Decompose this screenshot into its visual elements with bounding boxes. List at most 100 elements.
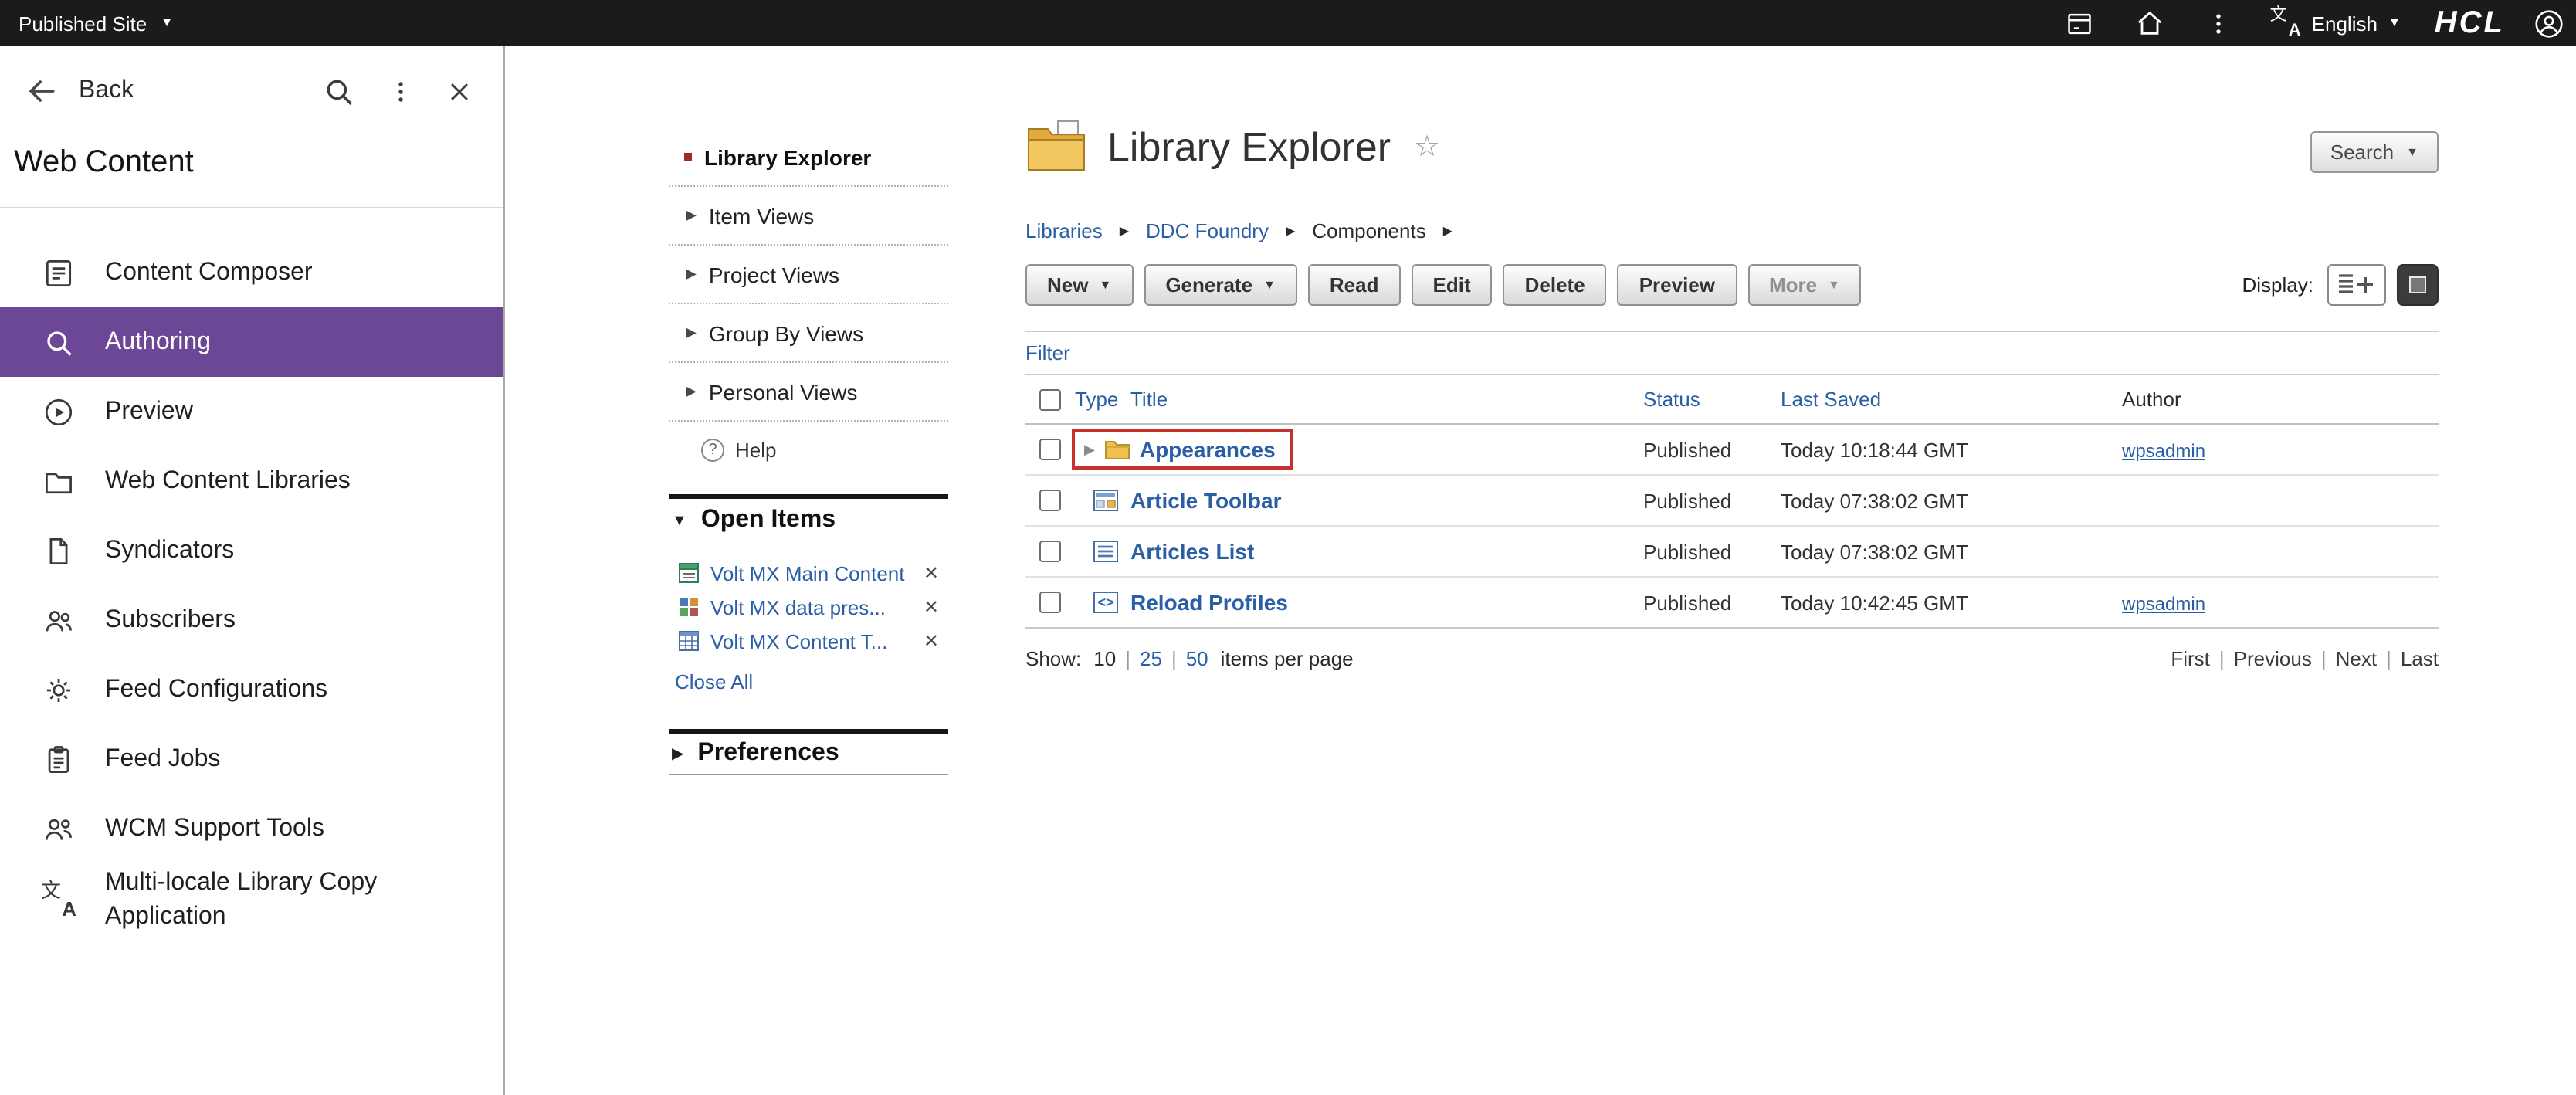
new-button[interactable]: New ▼ bbox=[1025, 264, 1133, 306]
sidebar-item-authoring[interactable]: Authoring bbox=[0, 307, 503, 377]
item-title-link[interactable]: Reload Profiles bbox=[1130, 590, 1288, 615]
previous-page-link[interactable]: Previous bbox=[2234, 647, 2312, 670]
sidebar-item-subscribers[interactable]: Subscribers bbox=[0, 585, 503, 655]
view-personal-views[interactable]: ▶ Personal Views bbox=[669, 363, 948, 420]
profile-icon[interactable] bbox=[2530, 5, 2567, 42]
close-all-link[interactable]: Close All bbox=[675, 670, 753, 693]
view-item-views[interactable]: ▶ Item Views bbox=[669, 187, 948, 244]
separator: | bbox=[2210, 647, 2234, 670]
delete-button[interactable]: Delete bbox=[1503, 264, 1607, 306]
back-button[interactable]: Back bbox=[25, 74, 134, 108]
help-icon: ? bbox=[701, 439, 724, 462]
column-header-last-saved[interactable]: Last Saved bbox=[1781, 388, 2122, 411]
preferences-title: Preferences bbox=[697, 740, 839, 768]
select-all-checkbox[interactable] bbox=[1039, 388, 1061, 410]
main-content: Search ▼ Library Explorer ☆ Libraries ▶ … bbox=[1025, 46, 2439, 670]
preview-button[interactable]: Preview bbox=[1618, 264, 1737, 306]
open-item-link[interactable]: Volt MX Content T... bbox=[710, 629, 887, 653]
search-button[interactable]: Search ▼ bbox=[2310, 131, 2439, 173]
language-selector[interactable]: 文A English ▼ bbox=[2270, 8, 2401, 38]
chevron-right-icon: ▶ bbox=[686, 383, 697, 400]
sidebar-item-feed-jobs[interactable]: Feed Jobs bbox=[0, 724, 503, 794]
more-button[interactable]: More ▼ bbox=[1747, 264, 1862, 306]
item-last-saved: Today 07:38:02 GMT bbox=[1781, 489, 2122, 512]
item-title-link[interactable]: Appearances bbox=[1140, 437, 1276, 462]
sidebar-item-label: Authoring bbox=[105, 325, 211, 358]
read-button[interactable]: Read bbox=[1308, 264, 1401, 306]
card-view-toggle-icon[interactable] bbox=[2397, 264, 2439, 306]
close-icon[interactable]: ✕ bbox=[924, 596, 948, 618]
page-title: Library Explorer bbox=[1107, 123, 1391, 171]
more-vertical-icon[interactable] bbox=[2201, 5, 2238, 42]
first-page-link[interactable]: First bbox=[2171, 647, 2210, 670]
column-header-title[interactable]: Title bbox=[1130, 388, 1643, 411]
wcm-authoring-app: Published Site ▼ 文A English ▼ HCL bbox=[0, 0, 2576, 1095]
open-items-header[interactable]: ▼ Open Items bbox=[669, 499, 948, 542]
sidebar-item-multi-locale-library-copy[interactable]: 文A Multi-locale Library Copy Application bbox=[0, 863, 503, 936]
topbar: Published Site ▼ 文A English ▼ HCL bbox=[0, 0, 2576, 46]
list-view-toggle-icon[interactable] bbox=[2327, 264, 2386, 306]
author-link[interactable]: wpsadmin bbox=[2122, 592, 2205, 614]
row-checkbox[interactable] bbox=[1039, 490, 1061, 511]
table-row: Articles List Published Today 07:38:02 G… bbox=[1025, 527, 2439, 578]
edit-button[interactable]: Edit bbox=[1412, 264, 1493, 306]
row-checkbox[interactable] bbox=[1039, 592, 1061, 613]
sidebar-item-label: Syndicators bbox=[105, 534, 234, 567]
generate-button[interactable]: Generate ▼ bbox=[1144, 264, 1297, 306]
page-size-10[interactable]: 10 bbox=[1093, 647, 1116, 670]
column-header-status[interactable]: Status bbox=[1643, 388, 1781, 411]
item-title-link[interactable]: Articles List bbox=[1130, 539, 1254, 564]
breadcrumb-link[interactable]: DDC Foundry bbox=[1146, 219, 1269, 242]
open-item-link[interactable]: Volt MX data pres... bbox=[710, 595, 886, 619]
row-checkbox[interactable] bbox=[1039, 541, 1061, 562]
users-icon bbox=[40, 810, 77, 847]
page-size-25[interactable]: 25 bbox=[1140, 647, 1162, 670]
back-arrow-icon bbox=[25, 74, 59, 108]
toolbar: New ▼ Generate ▼ Read Edit Delete Previe… bbox=[1025, 264, 2439, 306]
sidebar-item-feed-configurations[interactable]: Feed Configurations bbox=[0, 655, 503, 724]
sidebar-item-content-composer[interactable]: Content Composer bbox=[0, 238, 503, 307]
view-library-explorer[interactable]: Library Explorer bbox=[669, 128, 948, 185]
folder-icon bbox=[1104, 439, 1130, 460]
last-page-link[interactable]: Last bbox=[2401, 647, 2439, 670]
button-label: More bbox=[1769, 273, 1817, 297]
preferences-header[interactable]: ▶ Preferences bbox=[669, 734, 948, 774]
sidebar-item-syndicators[interactable]: Syndicators bbox=[0, 516, 503, 585]
close-icon[interactable] bbox=[446, 78, 473, 104]
breadcrumb-link[interactable]: Libraries bbox=[1025, 219, 1103, 242]
close-icon[interactable]: ✕ bbox=[924, 562, 948, 584]
breadcrumb-arrow-icon: ▶ bbox=[1120, 224, 1129, 238]
more-vertical-icon[interactable] bbox=[388, 78, 414, 104]
column-header-author: Author bbox=[2122, 388, 2439, 411]
item-title-link[interactable]: Article Toolbar bbox=[1130, 488, 1282, 513]
expand-arrow-icon[interactable]: ▶ bbox=[1084, 441, 1095, 458]
sidebar-item-label: Subscribers bbox=[105, 603, 236, 636]
sidebar-item-wcm-support-tools[interactable]: WCM Support Tools bbox=[0, 794, 503, 863]
search-icon[interactable] bbox=[323, 75, 355, 107]
open-item-link[interactable]: Volt MX Main Content bbox=[710, 561, 904, 585]
help-link[interactable]: ? Help bbox=[669, 422, 948, 479]
next-page-link[interactable]: Next bbox=[2336, 647, 2377, 670]
filter-link[interactable]: Filter bbox=[1025, 341, 1070, 364]
site-switcher[interactable]: Published Site ▼ bbox=[19, 12, 173, 35]
view-label: Library Explorer bbox=[704, 144, 871, 169]
button-label: Edit bbox=[1433, 273, 1471, 297]
triangle-right-icon: ▶ bbox=[672, 745, 683, 762]
sidebar-menu: Content Composer Authoring Preview Web C… bbox=[0, 238, 503, 936]
button-label: New bbox=[1047, 273, 1088, 297]
close-icon[interactable]: ✕ bbox=[924, 630, 948, 652]
views-panel: Library Explorer ▶ Item Views ▶ Project … bbox=[669, 128, 948, 775]
row-checkbox[interactable] bbox=[1039, 439, 1061, 460]
column-header-type[interactable]: Type bbox=[1072, 388, 1130, 411]
site-manager-icon[interactable] bbox=[2062, 5, 2099, 42]
translate-icon: 文A bbox=[2270, 8, 2301, 38]
home-icon[interactable] bbox=[2131, 5, 2168, 42]
chevron-down-icon: ▼ bbox=[1828, 279, 1840, 291]
view-group-by-views[interactable]: ▶ Group By Views bbox=[669, 304, 948, 361]
sidebar-item-web-content-libraries[interactable]: Web Content Libraries bbox=[0, 446, 503, 516]
favorite-star-icon[interactable]: ☆ bbox=[1414, 129, 1440, 164]
view-project-views[interactable]: ▶ Project Views bbox=[669, 246, 948, 303]
sidebar-item-preview[interactable]: Preview bbox=[0, 377, 503, 446]
page-size-50[interactable]: 50 bbox=[1186, 647, 1208, 670]
author-link[interactable]: wpsadmin bbox=[2122, 439, 2205, 461]
